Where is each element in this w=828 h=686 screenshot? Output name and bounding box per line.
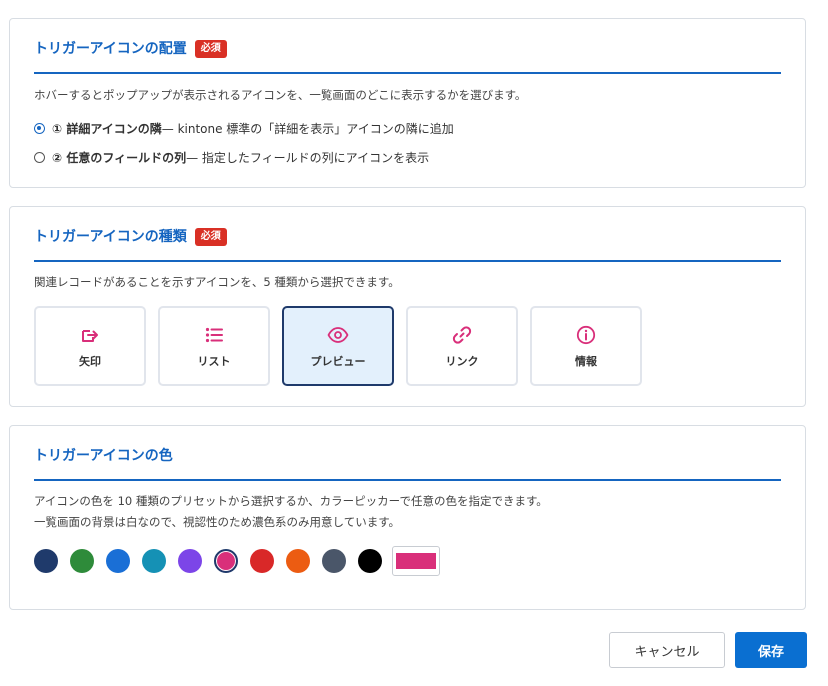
placement-section: トリガーアイコンの配置 必須 ホバーするとポップアップが表示されるアイコンを、一… [9, 18, 806, 188]
icon-type-label: 情報 [575, 355, 597, 368]
color-swatch[interactable] [178, 549, 202, 573]
list-icon [205, 327, 223, 343]
option-label: ② 任意のフィールドの列 [52, 151, 187, 165]
color-swatch[interactable] [34, 549, 58, 573]
placement-title: トリガーアイコンの配置 [34, 41, 187, 57]
icon-type-label: プレビュー [310, 355, 366, 368]
option-detail: — kintone 標準の「詳細を表示」アイコンの隣に追加 [161, 122, 454, 136]
icon-color-description-1: アイコンの色を 10 種類のプリセットから選択するか、カラーピッカーで任意の色を… [34, 494, 548, 508]
radio-button-checked[interactable] [34, 123, 45, 134]
icon-type-label: リスト [197, 355, 231, 368]
icon-type-grid: 矢印 リスト プレビュー リンク 情報 [34, 306, 642, 386]
color-swatch[interactable] [358, 549, 382, 573]
color-swatch[interactable] [214, 549, 238, 573]
required-badge: 必須 [194, 40, 227, 58]
icon-color-header: トリガーアイコンの色 [34, 446, 781, 481]
color-swatch-list [34, 546, 440, 576]
cancel-button[interactable]: キャンセル [609, 632, 725, 668]
placement-header: トリガーアイコンの配置 必須 [34, 39, 781, 74]
arrow-icon [82, 330, 98, 342]
option-label: ① 詳細アイコンの隣 [52, 122, 162, 136]
color-swatch[interactable] [286, 549, 310, 573]
save-button[interactable]: 保存 [735, 632, 807, 668]
icon-type-label: 矢印 [79, 355, 101, 368]
icon-type-section: トリガーアイコンの種類 必須 関連レコードがあることを示すアイコンを、5 種類か… [9, 206, 806, 407]
icon-type-header: トリガーアイコンの種類 必須 [34, 227, 781, 262]
eye-icon [327, 327, 349, 343]
info-icon [576, 325, 596, 345]
placement-option-field-column[interactable]: ② 任意のフィールドの列 — 指定したフィールドの列にアイコンを表示 [34, 149, 429, 166]
icon-type-link[interactable]: リンク [406, 306, 518, 386]
icon-type-info[interactable]: 情報 [530, 306, 642, 386]
icon-type-arrow[interactable]: 矢印 [34, 306, 146, 386]
icon-type-list[interactable]: リスト [158, 306, 270, 386]
icon-type-description: 関連レコードがあることを示すアイコンを、5 種類から選択できます。 [34, 275, 400, 289]
color-swatch[interactable] [250, 549, 274, 573]
placement-description: ホバーするとポップアップが表示されるアイコンを、一覧画面のどこに表示するかを選び… [34, 88, 527, 102]
color-picker[interactable] [392, 546, 440, 576]
icon-color-section: トリガーアイコンの色 アイコンの色を 10 種類のプリセットから選択するか、カラ… [9, 425, 806, 610]
radio-button[interactable] [34, 152, 45, 163]
required-badge: 必須 [194, 228, 227, 246]
icon-color-description-2: 一覧画面の背景は白なので、視認性のため濃色系のみ用意しています。 [34, 515, 401, 529]
color-picker-preview [396, 553, 436, 569]
icon-type-preview[interactable]: プレビュー [282, 306, 394, 386]
color-swatch[interactable] [70, 549, 94, 573]
option-detail: — 指定したフィールドの列にアイコンを表示 [186, 151, 430, 165]
icon-type-label: リンク [445, 355, 479, 368]
placement-option-detail-icon[interactable]: ① 詳細アイコンの隣 — kintone 標準の「詳細を表示」アイコンの隣に追加 [34, 120, 454, 137]
link-icon [452, 326, 472, 344]
icon-color-title: トリガーアイコンの色 [34, 448, 173, 464]
color-swatch[interactable] [106, 549, 130, 573]
color-swatch[interactable] [322, 549, 346, 573]
color-swatch[interactable] [142, 549, 166, 573]
icon-type-title: トリガーアイコンの種類 [34, 229, 187, 245]
